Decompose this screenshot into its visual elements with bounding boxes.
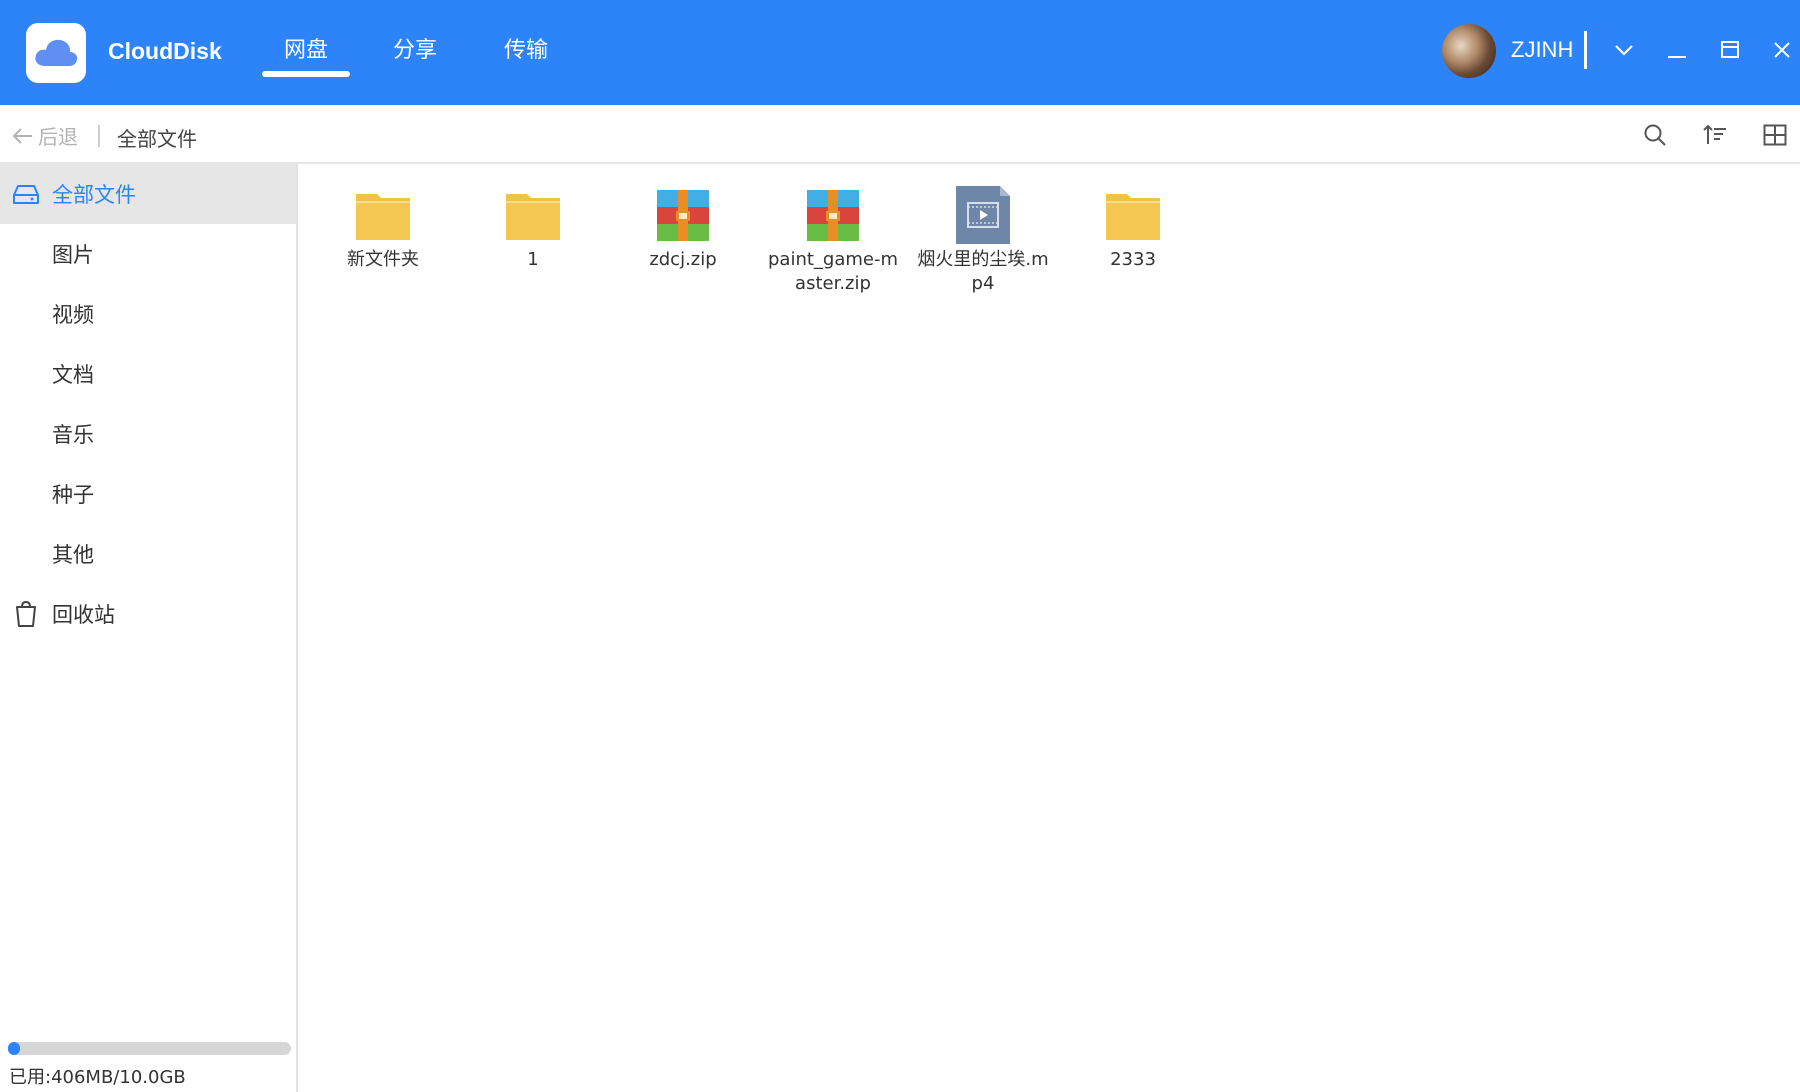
minimize-icon[interactable]: [1657, 30, 1697, 70]
username[interactable]: ZJINH: [1511, 37, 1573, 63]
sidebar-item-videos[interactable]: 视频: [0, 284, 296, 344]
breadcrumb[interactable]: 全部文件: [117, 123, 197, 152]
toolbar: 后退 全部文件: [0, 105, 1800, 164]
tab-netdisk[interactable]: 网盘: [261, 32, 351, 77]
sidebar-item-torrents[interactable]: 种子: [0, 464, 296, 524]
sidebar-item-others[interactable]: 其他: [0, 524, 296, 584]
sort-icon[interactable]: [1699, 119, 1731, 151]
sidebar-item-label: 文档: [52, 363, 94, 387]
file-item-folder[interactable]: 2333: [1065, 186, 1201, 272]
back-label: 后退: [38, 125, 78, 149]
toolbar-divider: [98, 125, 100, 147]
sidebar-item-recycle-bin[interactable]: 回收站: [0, 584, 296, 644]
search-icon[interactable]: [1639, 119, 1671, 151]
file-name: 2333: [1110, 249, 1156, 270]
back-button[interactable]: 后退: [12, 121, 78, 150]
sidebar-item-music[interactable]: 音乐: [0, 404, 296, 464]
tab-transfer[interactable]: 传输: [504, 32, 548, 64]
file-name: zdcj.zip: [649, 249, 717, 270]
arrow-left-icon: [12, 127, 32, 144]
video-file-icon: [956, 186, 1010, 244]
chevron-down-icon[interactable]: [1604, 30, 1644, 70]
close-icon[interactable]: [1762, 30, 1800, 70]
sidebar-item-documents[interactable]: 文档: [0, 344, 296, 404]
file-grid: 新文件夹 1 zdcj.zip paint_game-master.zip 烟火…: [300, 164, 1800, 1092]
folder-icon: [506, 194, 560, 240]
maximize-icon[interactable]: [1710, 30, 1750, 70]
file-item-folder[interactable]: 1: [465, 186, 601, 272]
title-bar: CloudDisk 网盘 分享 传输 ZJINH: [0, 0, 1800, 105]
app-name: CloudDisk: [108, 38, 222, 64]
hard-drive-icon: [13, 185, 39, 204]
sidebar-item-images[interactable]: 图片: [0, 224, 296, 284]
storage-usage-text: 已用:406MB/10.0GB: [9, 1067, 186, 1088]
sidebar-item-all-files[interactable]: 全部文件: [0, 164, 296, 224]
folder-icon: [356, 194, 410, 240]
sidebar-item-label: 音乐: [52, 423, 94, 447]
file-item-zip[interactable]: paint_game-master.zip: [765, 186, 901, 296]
zip-archive-icon: [657, 190, 709, 241]
storage-progress-fill: [8, 1042, 20, 1055]
sidebar-item-label: 图片: [52, 243, 94, 267]
sidebar-item-label: 视频: [52, 303, 94, 327]
sidebar-item-label: 全部文件: [52, 183, 136, 207]
file-item-zip[interactable]: zdcj.zip: [615, 186, 751, 272]
zip-archive-icon: [807, 190, 859, 241]
sidebar: 全部文件 图片 视频 文档 音乐 种子 其他 回收站 已用:406MB/10.0…: [0, 164, 298, 1092]
file-name: 烟火里的尘埃.mp4: [917, 249, 1049, 294]
sidebar-item-label: 其他: [52, 543, 94, 567]
sidebar-item-label: 回收站: [52, 603, 115, 627]
cloud-icon: [35, 39, 78, 66]
folder-icon: [1106, 194, 1160, 240]
trash-icon: [16, 600, 36, 627]
file-item-folder[interactable]: 新文件夹: [315, 186, 451, 272]
grid-view-icon[interactable]: [1759, 119, 1791, 151]
file-item-video[interactable]: 烟火里的尘埃.mp4: [915, 186, 1051, 296]
file-name: paint_game-master.zip: [767, 249, 899, 294]
app-logo: [26, 23, 86, 83]
tab-share[interactable]: 分享: [393, 32, 437, 64]
sidebar-item-label: 种子: [52, 483, 94, 507]
storage-progress-bar: [8, 1042, 291, 1055]
file-name: 1: [527, 249, 539, 270]
title-divider: [1584, 31, 1587, 69]
user-avatar[interactable]: [1442, 24, 1496, 78]
file-name: 新文件夹: [347, 249, 419, 270]
